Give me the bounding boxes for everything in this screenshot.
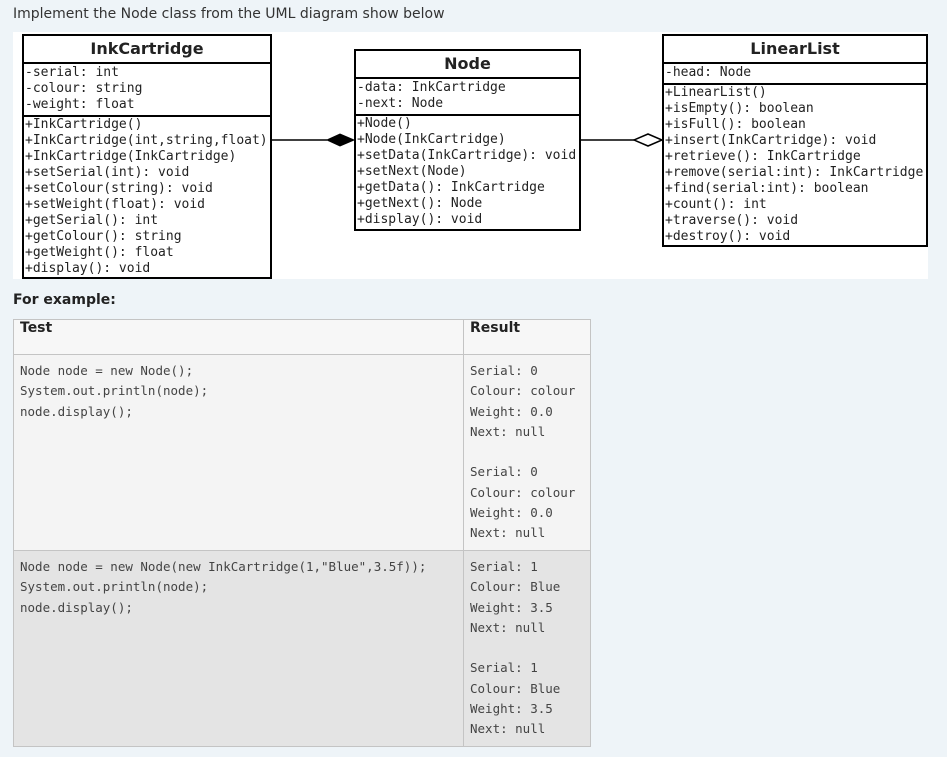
attribute: -serial: int <box>25 65 119 80</box>
operation: +InkCartridge() <box>25 117 143 132</box>
class-name: LinearList <box>664 36 926 64</box>
class-operations: +InkCartridge() +InkCartridge(int,string… <box>24 117 270 277</box>
operation: +getColour(): string <box>25 229 182 244</box>
attribute: -colour: string <box>25 81 143 96</box>
operation: +InkCartridge(int,string,float) <box>25 133 268 148</box>
operation: +setSerial(int): void <box>25 165 190 180</box>
example-heading: For example: <box>13 292 116 308</box>
operation: +LinearList() <box>665 85 767 100</box>
operation: +setData(InkCartridge): void <box>357 148 577 163</box>
aggregation-diamond <box>632 133 664 147</box>
attribute: -weight: float <box>25 97 135 112</box>
column-header-result: Result <box>463 319 591 355</box>
question-text: Implement the Node class from the UML di… <box>13 6 445 22</box>
class-operations: +Node() +Node(InkCartridge) +setData(Ink… <box>356 116 579 228</box>
operation: +getNext(): Node <box>357 196 483 211</box>
class-node: Node -data: InkCartridge -next: Node +No… <box>354 49 581 231</box>
table-row: Node node = new Node(); System.out.print… <box>13 354 591 551</box>
class-inkcartridge: InkCartridge -serial: int -colour: strin… <box>22 34 272 279</box>
column-header-test: Test <box>13 319 464 355</box>
composition-diamond <box>325 133 356 147</box>
operation: +retrieve(): InkCartridge <box>665 149 861 164</box>
table-row: Node node = new Node(new InkCartridge(1,… <box>13 550 591 747</box>
uml-diagram: InkCartridge -serial: int -colour: strin… <box>13 32 928 279</box>
table-header-row: Test Result <box>13 319 591 355</box>
operation: +Node() <box>357 116 412 131</box>
operation: +getData(): InkCartridge <box>357 180 545 195</box>
operation: +isFull(): boolean <box>665 117 806 132</box>
result-output-cell: Serial: 0 Colour: colour Weight: 0.0 Nex… <box>463 354 591 551</box>
operation: +count(): int <box>665 197 767 212</box>
operation: +find(serial:int): boolean <box>665 181 869 196</box>
operation: +display(): void <box>25 261 151 276</box>
operation: +traverse(): void <box>665 213 799 228</box>
operation: +isEmpty(): boolean <box>665 101 814 116</box>
operation: +destroy(): void <box>665 229 791 244</box>
class-attributes: -head: Node <box>664 64 926 85</box>
test-code-cell: Node node = new Node(new InkCartridge(1,… <box>13 550 464 747</box>
operation: +display(): void <box>357 212 483 227</box>
operation: +setWeight(float): void <box>25 197 206 212</box>
class-operations: +LinearList() +isEmpty(): boolean +isFul… <box>664 85 926 245</box>
attribute: -next: Node <box>357 96 444 111</box>
operation: +setColour(string): void <box>25 181 213 196</box>
operation: +getWeight(): float <box>25 245 174 260</box>
class-attributes: -data: InkCartridge -next: Node <box>356 79 579 116</box>
operation: +insert(InkCartridge): void <box>665 133 877 148</box>
class-linearlist: LinearList -head: Node +LinearList() +is… <box>662 34 928 247</box>
operation: +remove(serial:int): InkCartridge <box>665 165 924 180</box>
operation: +setNext(Node) <box>357 164 467 179</box>
example-table: Test Result Node node = new Node(); Syst… <box>13 319 591 747</box>
class-name: Node <box>356 51 579 79</box>
attribute: -head: Node <box>665 65 752 80</box>
operation: +getSerial(): int <box>25 213 159 228</box>
operation: +Node(InkCartridge) <box>357 132 506 147</box>
class-attributes: -serial: int -colour: string -weight: fl… <box>24 64 270 117</box>
operation: +InkCartridge(InkCartridge) <box>25 149 237 164</box>
attribute: -data: InkCartridge <box>357 80 506 95</box>
test-code-cell: Node node = new Node(); System.out.print… <box>13 354 464 551</box>
result-output-cell: Serial: 1 Colour: Blue Weight: 3.5 Next:… <box>463 550 591 747</box>
class-name: InkCartridge <box>24 36 270 64</box>
